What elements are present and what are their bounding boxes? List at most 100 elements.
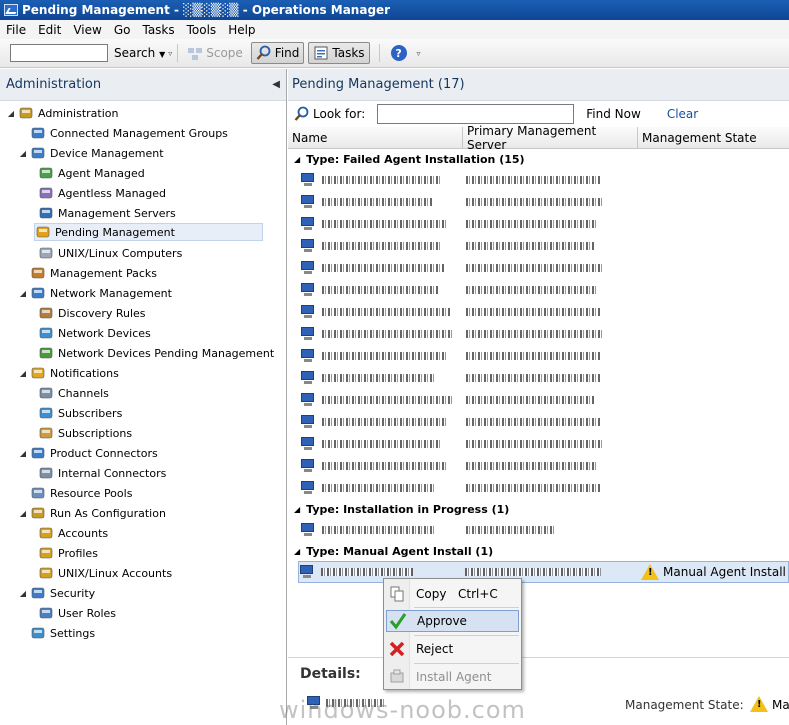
table-row[interactable] (300, 455, 789, 477)
nav-item-unix-linux-accounts[interactable]: UNIX/Linux Accounts (26, 563, 172, 583)
table-row[interactable] (300, 323, 789, 345)
network-icon (30, 285, 46, 301)
redacted-server-name (465, 568, 601, 576)
menu-go[interactable]: Go (108, 23, 137, 37)
group-header[interactable]: ◢ Type: Manual Agent Install (1) (294, 541, 493, 561)
expanded-arrow-icon[interactable]: ◢ (294, 505, 300, 514)
nav-item-profiles[interactable]: Profiles (26, 543, 98, 563)
search-button[interactable]: Search ▼ (114, 46, 165, 60)
management-servers-icon (38, 205, 54, 221)
table-row[interactable] (300, 367, 789, 389)
menu-view[interactable]: View (67, 23, 107, 37)
table-row[interactable] (300, 301, 789, 323)
title-bar: Pending Management - ░▒░▒░▒ - Operations… (0, 0, 789, 20)
menu-help[interactable]: Help (222, 23, 261, 37)
settings-icon (30, 625, 46, 641)
expanded-arrow-icon[interactable]: ◢ (294, 155, 300, 164)
expanded-arrow-icon[interactable]: ◢ (6, 109, 16, 118)
nav-item-notifications[interactable]: ◢ Notifications (18, 363, 119, 383)
menu-tools[interactable]: Tools (181, 23, 223, 37)
help-icon[interactable]: ? (390, 45, 407, 61)
nav-item-management-servers[interactable]: Management Servers (26, 203, 176, 223)
nav-item-discovery-rules[interactable]: Discovery Rules (26, 303, 146, 323)
nav-item-pending-management[interactable]: Pending Management (34, 223, 263, 241)
table-row[interactable] (300, 235, 789, 257)
expanded-arrow-icon[interactable]: ◢ (18, 289, 28, 298)
find-now-button[interactable]: Find Now (586, 107, 641, 121)
menu-item-label: Install Agent (416, 670, 492, 684)
channels-icon (38, 385, 54, 401)
nav-item-subscribers[interactable]: Subscribers (26, 403, 122, 423)
nav-item-product-connectors[interactable]: ◢ Product Connectors (18, 443, 158, 463)
table-row[interactable] (300, 213, 789, 235)
table-row[interactable] (300, 477, 789, 499)
find-button[interactable]: Find (250, 42, 305, 64)
toolbar-overflow-icon[interactable]: ▿ (168, 49, 172, 58)
expanded-arrow-icon[interactable]: ◢ (18, 449, 28, 458)
nav-item-device-management[interactable]: ◢ Device Management (18, 143, 164, 163)
nav-item-unix-linux-computers[interactable]: UNIX/Linux Computers (26, 243, 182, 263)
nav-item-settings[interactable]: Settings (18, 623, 95, 643)
nav-item-label: Security (50, 586, 96, 600)
resource-pools-icon (30, 485, 46, 501)
table-row[interactable] (300, 411, 789, 433)
table-row[interactable] (300, 433, 789, 455)
group-header[interactable]: ◢ Type: Installation in Progress (1) (294, 499, 509, 519)
menu-tasks[interactable]: Tasks (136, 23, 180, 37)
menu-item-copy[interactable]: Copy Ctrl+C (386, 583, 519, 605)
table-row[interactable] (300, 191, 789, 213)
table-row[interactable] (300, 169, 789, 191)
navigation-pane: Administration ◀ ◢ Administration Connecte… (0, 69, 287, 725)
nav-item-network-devices-pending-management[interactable]: Network Devices Pending Management (26, 343, 274, 363)
expanded-arrow-icon[interactable]: ◢ (18, 509, 28, 518)
table-row[interactable] (300, 519, 789, 541)
expanded-arrow-icon[interactable]: ◢ (18, 369, 28, 378)
group-header[interactable]: ◢ Type: Failed Agent Installation (15) (294, 149, 525, 169)
expanded-arrow-icon[interactable]: ◢ (18, 149, 28, 158)
nav-item-management-packs[interactable]: Management Packs (18, 263, 157, 283)
menu-item-approve[interactable]: Approve (386, 610, 519, 632)
expanded-arrow-icon[interactable]: ◢ (18, 589, 28, 598)
nav-item-label: Connected Management Groups (50, 126, 228, 140)
nav-item-network-management[interactable]: ◢ Network Management (18, 283, 172, 303)
nav-item-connected-management-groups[interactable]: Connected Management Groups (18, 123, 228, 143)
table-row[interactable] (300, 257, 789, 279)
nav-item-accounts[interactable]: Accounts (26, 523, 108, 543)
redacted-computer-name (322, 440, 440, 448)
tasks-button[interactable]: Tasks (308, 42, 370, 64)
look-for-input[interactable] (377, 104, 575, 124)
nav-item-security[interactable]: ◢ Security (18, 583, 95, 603)
table-row[interactable]: ! Manual Agent Install (298, 561, 789, 583)
nav-item-user-roles[interactable]: User Roles (26, 603, 116, 623)
clear-link[interactable]: Clear (667, 107, 698, 121)
nav-item-network-devices[interactable]: Network Devices (26, 323, 151, 343)
menu-item-install-agent[interactable]: Install Agent (386, 666, 519, 688)
column-management-state[interactable]: Management State (638, 127, 789, 149)
nav-item-subscriptions[interactable]: Subscriptions (26, 423, 132, 443)
redacted-server-name (466, 396, 594, 404)
nav-item-agent-managed[interactable]: Agent Managed (26, 163, 145, 183)
menu-item-reject[interactable]: Reject (386, 638, 519, 660)
search-label: Search (114, 46, 156, 60)
nav-item-resource-pools[interactable]: Resource Pools (18, 483, 132, 503)
menu-edit[interactable]: Edit (32, 23, 67, 37)
expanded-arrow-icon[interactable]: ◢ (294, 547, 300, 556)
nav-item-administration[interactable]: ◢ Administration (6, 103, 119, 123)
nav-item-channels[interactable]: Channels (26, 383, 109, 403)
collapse-pane-icon[interactable]: ◀ (272, 79, 280, 90)
toolbar-search-input[interactable] (10, 44, 108, 62)
table-row[interactable] (300, 279, 789, 301)
toolbar-overflow-icon[interactable]: ▿ (417, 49, 421, 58)
table-row[interactable] (300, 345, 789, 367)
computer-icon (300, 217, 316, 231)
column-name[interactable]: Name (288, 126, 463, 149)
profiles-icon (38, 545, 54, 561)
scope-button[interactable]: Scope (183, 42, 247, 64)
nav-item-agentless-managed[interactable]: Agentless Managed (26, 183, 166, 203)
nav-item-run-as-configuration[interactable]: ◢ Run As Configuration (18, 503, 166, 523)
column-primary-management-server[interactable]: Primary Management Server (463, 124, 638, 152)
nav-item-internal-connectors[interactable]: Internal Connectors (26, 463, 166, 483)
table-row[interactable] (300, 389, 789, 411)
menu-file[interactable]: File (0, 23, 32, 37)
redacted-server-name (466, 440, 604, 448)
